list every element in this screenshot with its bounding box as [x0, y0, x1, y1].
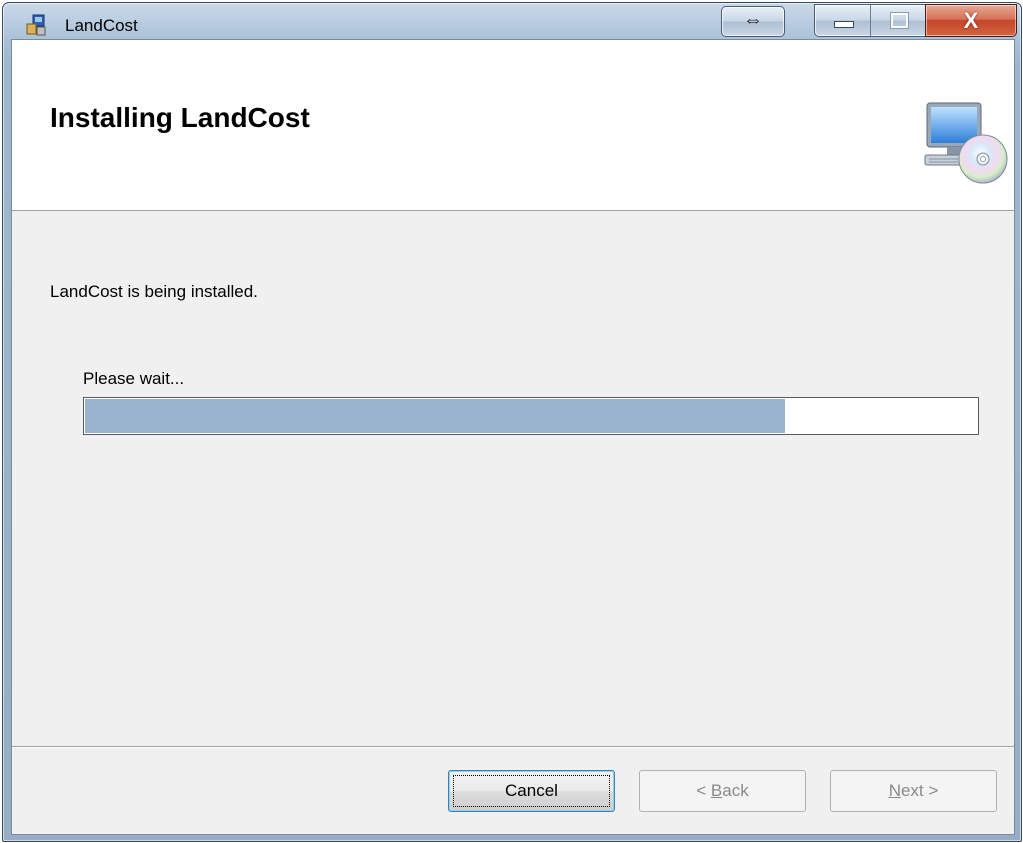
resize-button[interactable]: ⇔	[721, 6, 785, 37]
page-title: Installing LandCost	[50, 102, 310, 133]
dialog-header: Installing LandCost	[12, 40, 1014, 211]
computer-cd-icon	[924, 102, 1008, 184]
minimize-button[interactable]	[815, 5, 871, 36]
maximize-button[interactable]	[871, 5, 926, 36]
installer-window: LandCost ⇔ X Installing LandCost LandCos…	[2, 2, 1022, 842]
close-button[interactable]: X	[925, 4, 1017, 37]
next-rest: ext >	[900, 781, 939, 800]
install-progress-bar	[83, 397, 979, 435]
dialog-client-area: Installing LandCost LandCost is being in…	[11, 39, 1015, 835]
footer-divider-highlight	[12, 747, 1014, 748]
back-button-label: < Back	[696, 781, 748, 800]
wait-label: Please wait...	[83, 369, 185, 388]
next-button-label: Next >	[889, 781, 939, 800]
status-text: LandCost is being installed.	[50, 282, 258, 301]
window-title: LandCost	[65, 16, 138, 35]
maximize-icon	[890, 12, 909, 29]
caption-buttons	[814, 4, 926, 37]
progress-fill	[85, 399, 785, 433]
back-button[interactable]: < Back	[639, 770, 806, 812]
back-access-key: B	[710, 781, 723, 800]
minimize-icon	[834, 21, 854, 28]
next-button[interactable]: Next >	[830, 770, 997, 812]
back-prefix: <	[696, 781, 711, 800]
installer-app-icon	[26, 14, 46, 36]
title-bar[interactable]: LandCost ⇔ X	[3, 3, 1021, 39]
resize-icon: ⇔	[743, 9, 763, 31]
next-access-key: N	[888, 781, 901, 800]
cancel-button-label: Cancel	[505, 781, 558, 800]
close-icon: X	[963, 8, 979, 33]
back-rest: ack	[722, 781, 749, 800]
cancel-button[interactable]: Cancel	[448, 770, 615, 812]
